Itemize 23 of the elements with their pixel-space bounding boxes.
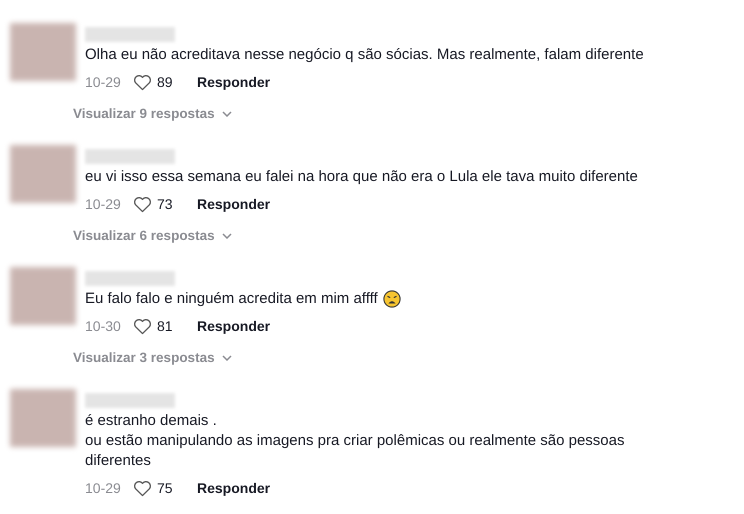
comment-date: 10-29	[85, 480, 122, 496]
comment-text: é estranho demais . ou estão manipulando as imagens pra criar polêmicas ou realmente são pessoas diferentes	[85, 411, 626, 471]
chevron-down-icon[interactable]	[222, 232, 232, 238]
like-count: 81	[157, 318, 174, 334]
chevron-down-icon[interactable]	[222, 110, 232, 116]
comment-text: eu vi isso essa semana eu falei na hora que não era o Lula ele tava muito diferente	[85, 167, 638, 187]
reply-link[interactable]: Responder	[197, 74, 270, 90]
heart-icon[interactable]	[133, 480, 152, 496]
heart-icon[interactable]	[133, 318, 152, 334]
heart-icon[interactable]	[133, 196, 152, 212]
heart-icon[interactable]	[133, 74, 152, 90]
reply-link[interactable]: Responder	[197, 480, 270, 496]
like-count: 89	[157, 74, 174, 90]
like-count: 73	[157, 196, 174, 212]
comment-date: 10-30	[85, 318, 122, 334]
like-count: 75	[157, 480, 174, 496]
comment-text: Olha eu não acreditava nesse negócio q são sócias. Mas realmente, falam diferente	[85, 45, 644, 65]
comment-date: 10-29	[85, 74, 122, 90]
reply-link[interactable]: Responder	[197, 196, 270, 212]
reply-link[interactable]: Responder	[197, 318, 270, 334]
chevron-down-icon[interactable]	[222, 354, 232, 360]
comment-text: Eu falo falo e ninguém acredita em mim affff	[85, 289, 378, 309]
comment-date: 10-29	[85, 196, 122, 212]
